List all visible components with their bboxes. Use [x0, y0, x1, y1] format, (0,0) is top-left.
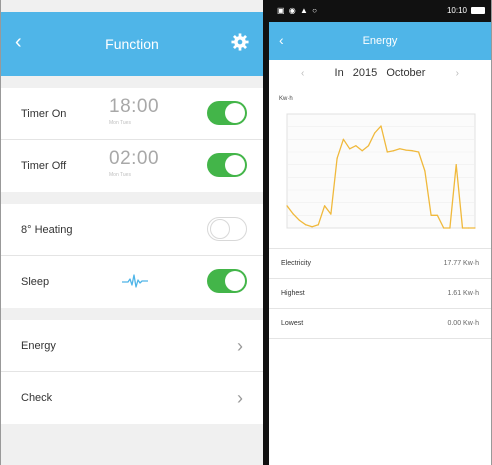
timer-on-row[interactable]: Timer On 18:00 Mon Tues	[1, 88, 263, 140]
energy-data-point	[286, 205, 288, 207]
timer-on-toggle[interactable]	[207, 101, 247, 125]
battery-icon	[471, 7, 485, 14]
timer-on-time[interactable]: 18:00	[109, 96, 159, 118]
energy-data-point	[392, 150, 395, 152]
energy-data-point	[386, 151, 388, 153]
energy-data-point	[399, 148, 401, 150]
status-bar: ▣ ◉ ▲ ○ 10:10	[269, 0, 491, 22]
timer-off-time[interactable]: 02:00	[109, 148, 159, 170]
energy-data-point	[455, 164, 457, 166]
chevron-right-icon: ›	[237, 388, 243, 408]
energy-title: Energy	[362, 35, 398, 47]
heating-label: 8° Heating	[21, 224, 73, 236]
stat-value: 17.77 Kw·h	[443, 260, 479, 267]
energy-data-point	[411, 150, 413, 152]
energy-data-point	[361, 150, 363, 152]
timer-on-label: Timer On	[21, 108, 67, 120]
timer-off-days: Mon Tues	[109, 172, 131, 178]
chart-plot-area	[286, 113, 476, 229]
energy-data-point	[305, 224, 307, 226]
energy-data-point	[380, 125, 382, 127]
chevron-right-icon: ›	[237, 336, 243, 356]
energy-data-point	[443, 227, 445, 229]
stat-value: 1.61 Kw·h	[447, 290, 479, 297]
energy-label: Energy	[21, 340, 56, 352]
energy-data-point	[355, 145, 357, 147]
stat-lowest: Lowest 0.00 Kw·h	[269, 309, 491, 339]
check-menu-item[interactable]: Check ›	[1, 372, 263, 424]
energy-data-point	[342, 138, 344, 140]
timer-on-days: Mon Tues	[109, 120, 131, 126]
chart-unit-label: Kw·h	[279, 96, 293, 102]
energy-data-point	[374, 132, 376, 134]
energy-data-point	[468, 227, 470, 229]
energy-data-point	[330, 213, 332, 215]
gear-icon[interactable]	[231, 33, 249, 51]
sleep-wave-icon[interactable]	[121, 272, 149, 290]
function-header: ‹ Function	[1, 12, 263, 76]
energy-data-point	[298, 219, 301, 221]
status-icons: ▣ ◉ ▲ ○	[277, 6, 318, 15]
toggle-knob	[225, 103, 245, 123]
energy-data-point	[430, 214, 432, 216]
stat-highest: Highest 1.61 Kw·h	[269, 279, 491, 309]
energy-header: ‹ Energy	[269, 22, 491, 60]
energy-data-point	[424, 170, 426, 172]
sleep-row[interactable]: Sleep	[1, 256, 263, 308]
energy-data-point	[436, 214, 438, 216]
page-title: Function	[105, 36, 159, 52]
energy-screen: ▣ ◉ ▲ ○ 10:10 ‹ Energy ‹ In 2015 October…	[269, 0, 492, 465]
status-time: 10:10	[446, 6, 467, 15]
energy-data-point	[324, 205, 326, 207]
energy-data-point	[405, 149, 407, 151]
date-prefix: In	[334, 67, 344, 79]
toggle-knob	[210, 219, 230, 239]
timer-off-label: Timer Off	[21, 160, 67, 172]
energy-menu-item[interactable]: Energy ›	[1, 320, 263, 372]
energy-data-point	[461, 227, 464, 229]
function-screen: ‹ Function Timer On 18:00 Mon Tues Timer…	[0, 0, 263, 465]
timer-off-row[interactable]: Timer Off 02:00 Mon Tues	[1, 140, 263, 192]
timer-group: Timer On 18:00 Mon Tues Timer Off 02:00 …	[1, 88, 263, 192]
energy-data-point	[474, 227, 476, 229]
energy-data-point	[292, 213, 294, 215]
chevron-right-icon[interactable]: ›	[456, 68, 459, 79]
energy-data-point	[311, 226, 313, 228]
sleep-toggle[interactable]	[207, 269, 247, 293]
energy-data-point	[336, 157, 338, 159]
energy-data-point	[418, 151, 420, 153]
sleep-label: Sleep	[21, 276, 50, 288]
check-label: Check	[21, 392, 53, 404]
stat-label: Lowest	[281, 320, 304, 327]
energy-data-point	[317, 224, 319, 226]
stat-value: 0.00 Kw·h	[447, 320, 479, 327]
energy-data-point	[449, 227, 451, 229]
toggle-knob	[225, 155, 245, 175]
date-year: 2015	[352, 67, 378, 79]
energy-chart	[286, 113, 476, 229]
energy-data-point	[367, 145, 370, 147]
stat-electricity: Electricity 17.77 Kw·h	[269, 249, 491, 279]
energy-stats: Electricity 17.77 Kw·h Highest 1.61 Kw·h…	[269, 248, 491, 339]
date-month: October	[386, 67, 426, 79]
toggle-knob	[225, 271, 245, 291]
mode-group: 8° Heating Sleep	[1, 204, 263, 308]
timer-off-toggle[interactable]	[207, 153, 247, 177]
heating-row[interactable]: 8° Heating	[1, 204, 263, 256]
month-selector: ‹ In 2015 October ›	[269, 60, 491, 88]
stat-label: Highest	[281, 290, 305, 297]
heating-toggle[interactable]	[207, 217, 247, 241]
menu-group: Energy › Check ›	[1, 320, 263, 424]
energy-data-point	[349, 148, 351, 150]
stat-label: Electricity	[281, 260, 311, 267]
